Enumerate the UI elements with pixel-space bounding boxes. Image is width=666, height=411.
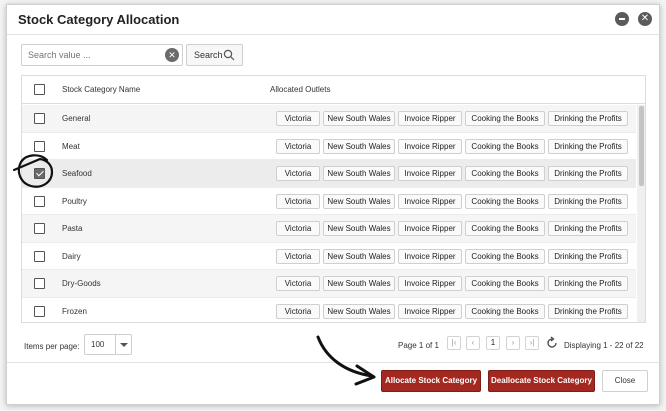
first-page-button[interactable]: |‹: [447, 336, 461, 350]
outlet-chip[interactable]: Invoice Ripper: [398, 193, 462, 209]
outlet-chip[interactable]: Victoria: [276, 248, 320, 264]
outlet-chip[interactable]: Invoice Ripper: [398, 138, 462, 154]
outlet-chip[interactable]: New South Wales: [323, 276, 395, 291]
outlet-chip[interactable]: Cooking the Books: [465, 193, 545, 209]
minimize-icon[interactable]: [615, 12, 629, 26]
displaying-count: Displaying 1 - 22 of 22: [564, 341, 644, 350]
search-button-label: Search: [194, 50, 223, 60]
row-checkbox[interactable]: [34, 250, 45, 262]
page-size-select[interactable]: 100: [84, 334, 132, 355]
column-header-name: Stock Category Name: [62, 85, 141, 94]
outlet-chip[interactable]: New South Wales: [323, 303, 395, 319]
table-row[interactable]: Frozen Victoria New South Wales Invoice Rip…: [22, 298, 636, 323]
page-size-value: 100: [91, 340, 105, 349]
row-checkbox[interactable]: [34, 195, 45, 207]
category-name: Dry-Goods: [62, 279, 101, 288]
table-row[interactable]: Meat Victoria New South Wales Invoice Rippe…: [22, 133, 636, 160]
outlet-chip[interactable]: Cooking the Books: [465, 111, 545, 126]
outlet-chip[interactable]: New South Wales: [323, 111, 395, 126]
outlet-chip[interactable]: Victoria: [276, 166, 320, 181]
row-checkbox[interactable]: [34, 223, 45, 234]
row-checkbox[interactable]: [34, 305, 45, 317]
outlet-chip[interactable]: Victoria: [276, 193, 320, 209]
search-box: ✕: [21, 44, 183, 66]
search-button[interactable]: Search: [186, 44, 243, 66]
footer-divider: [7, 362, 659, 363]
outlet-chip[interactable]: New South Wales: [323, 166, 395, 181]
outlet-chip[interactable]: Cooking the Books: [465, 166, 545, 181]
outlet-chip[interactable]: Victoria: [276, 221, 320, 236]
category-name: General: [62, 114, 91, 123]
outlet-chip[interactable]: Drinking the Profits: [548, 248, 628, 264]
chevron-down-icon[interactable]: [115, 335, 131, 354]
outlet-chip[interactable]: Cooking the Books: [465, 276, 545, 291]
stock-category-grid: Stock Category Name Allocated Outlets Ge…: [21, 75, 646, 323]
search-input[interactable]: [22, 45, 160, 65]
outlet-chip[interactable]: Drinking the Profits: [548, 166, 628, 181]
category-name: Dairy: [62, 251, 81, 261]
items-per-page-label: Items per page:: [24, 342, 80, 351]
outlet-chip[interactable]: Victoria: [276, 276, 320, 291]
grid-header: Stock Category Name Allocated Outlets: [22, 76, 645, 104]
outlet-chip[interactable]: Drinking the Profits: [548, 138, 628, 154]
search-icon: [223, 49, 235, 61]
outlet-chip[interactable]: Drinking the Profits: [548, 193, 628, 209]
next-page-button[interactable]: ›: [506, 336, 520, 350]
category-name: Meat: [62, 141, 80, 151]
last-page-button[interactable]: ›|: [525, 336, 539, 350]
outlet-chip[interactable]: Invoice Ripper: [398, 166, 462, 181]
row-checkbox[interactable]: [34, 113, 45, 124]
dialog-title: Stock Category Allocation: [18, 12, 180, 27]
outlet-chip[interactable]: New South Wales: [323, 138, 395, 154]
outlet-chip[interactable]: Victoria: [276, 138, 320, 154]
outlet-chip[interactable]: Cooking the Books: [465, 248, 545, 264]
table-row[interactable]: Dairy Victoria New South Wales Invoice Ripp…: [22, 243, 636, 270]
outlet-chip[interactable]: Invoice Ripper: [398, 303, 462, 319]
row-checkbox[interactable]: [34, 278, 45, 289]
outlet-chip[interactable]: Victoria: [276, 111, 320, 126]
outlet-chip[interactable]: Drinking the Profits: [548, 221, 628, 236]
page-info: Page 1 of 1: [398, 341, 439, 350]
outlet-chip[interactable]: Invoice Ripper: [398, 276, 462, 291]
refresh-icon[interactable]: [545, 336, 559, 350]
outlet-chip[interactable]: Cooking the Books: [465, 303, 545, 319]
outlet-chip[interactable]: Drinking the Profits: [548, 276, 628, 291]
category-name: Pasta: [62, 224, 83, 233]
previous-page-button[interactable]: ‹: [466, 336, 480, 350]
row-checkbox[interactable]: [34, 168, 45, 179]
table-row[interactable]: Poultry Victoria New South Wales Invoice Ri…: [22, 188, 636, 215]
select-all-checkbox[interactable]: [34, 84, 45, 95]
category-name: Seafood: [62, 169, 92, 178]
outlet-chip[interactable]: Drinking the Profits: [548, 303, 628, 319]
allocation-dialog: Stock Category Allocation ✕ ✕ Search Sto…: [6, 4, 660, 405]
clear-search-icon[interactable]: ✕: [165, 48, 179, 62]
close-button[interactable]: Close: [602, 370, 648, 392]
outlet-chip[interactable]: New South Wales: [323, 221, 395, 236]
table-row[interactable]: Dry-Goods Victoria New South Wales Invoice …: [22, 270, 636, 298]
scrollbar-thumb[interactable]: [639, 106, 644, 186]
deallocate-stock-category-button[interactable]: Deallocate Stock Category: [488, 370, 595, 392]
table-row[interactable]: Pasta Victoria New South Wales Invoice Ripp…: [22, 215, 636, 243]
row-checkbox[interactable]: [34, 140, 45, 152]
current-page-button[interactable]: 1: [486, 336, 500, 350]
grid-scrollbar[interactable]: [637, 105, 645, 322]
allocate-stock-category-button[interactable]: Allocate Stock Category: [381, 370, 481, 392]
outlet-chip[interactable]: Drinking the Profits: [548, 111, 628, 126]
dialog-titlebar: Stock Category Allocation ✕: [7, 5, 659, 35]
outlet-chip[interactable]: Cooking the Books: [465, 138, 545, 154]
table-row[interactable]: General Victoria New South Wales Invoice Ri…: [22, 105, 636, 133]
column-header-outlets: Allocated Outlets: [270, 85, 331, 94]
category-name: Poultry: [62, 196, 87, 206]
category-name: Frozen: [62, 306, 87, 316]
outlet-chip[interactable]: Victoria: [276, 303, 320, 319]
outlet-chip[interactable]: Invoice Ripper: [398, 221, 462, 236]
outlet-chip[interactable]: New South Wales: [323, 193, 395, 209]
outlet-chip[interactable]: Invoice Ripper: [398, 111, 462, 126]
close-icon[interactable]: ✕: [638, 12, 652, 26]
outlet-chip[interactable]: New South Wales: [323, 248, 395, 264]
table-row[interactable]: Seafood Victoria New South Wales Invoice Ri…: [22, 160, 636, 188]
outlet-chip[interactable]: Cooking the Books: [465, 221, 545, 236]
outlet-chip[interactable]: Invoice Ripper: [398, 248, 462, 264]
